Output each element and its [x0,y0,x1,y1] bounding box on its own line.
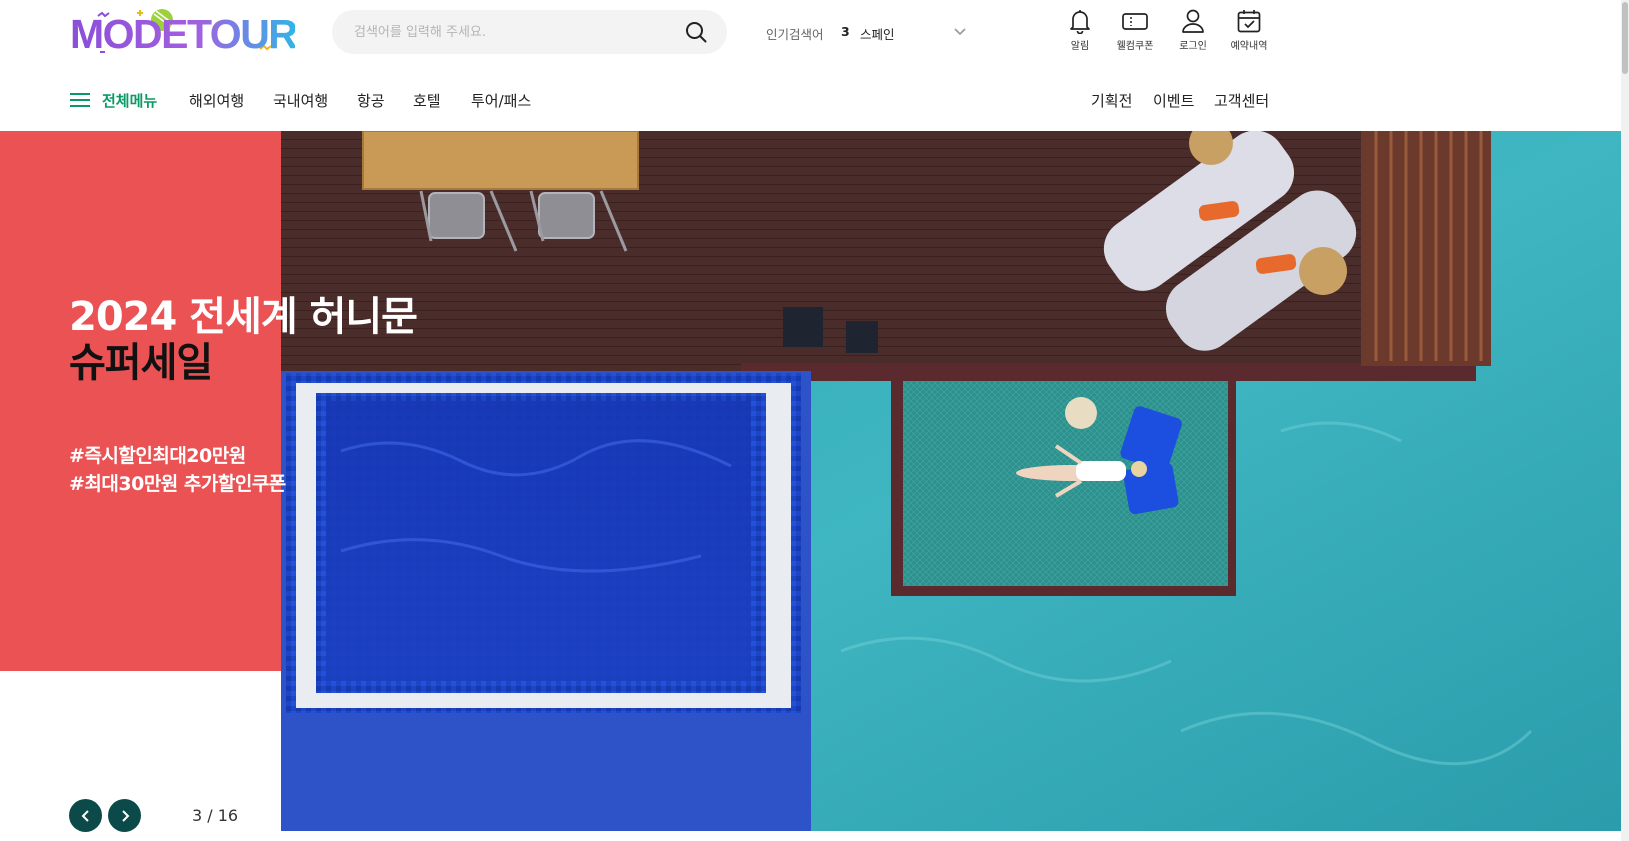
chevron-down-icon[interactable] [952,24,968,40]
nav-overseas-travel[interactable]: 해외여행 [189,90,244,111]
slide-counter: 3 / 16 [192,806,239,825]
login-button[interactable]: 로그인 [1163,8,1223,58]
reservations-button[interactable]: 예약내역 [1219,8,1279,58]
search-bar[interactable] [332,10,727,54]
popular-keywords-label: 인기검색어 [766,27,824,42]
reservations-label: 예약내역 [1230,41,1268,52]
welcome-coupon-label: 웰컴쿠폰 [1116,41,1154,52]
slide-prev-button[interactable] [69,799,102,832]
hero-tag-coupon: #최대30만원 추가할인쿠폰 [69,473,286,495]
hero-title: 2024 전세계 허니문 슈퍼세일 [69,294,418,386]
hero-banner-image[interactable] [281,131,1621,831]
nav-flights[interactable]: 항공 [357,90,385,111]
notification-label: 알림 [1070,41,1090,52]
nav-promotions[interactable]: 기획전 [1091,90,1132,111]
hero-color-panel [0,131,282,671]
bell-icon [1070,10,1090,34]
user-icon [1182,9,1204,33]
nav-customer-center[interactable]: 고객센터 [1214,90,1269,111]
search-input[interactable] [352,10,672,54]
scrollbar-thumb[interactable] [1622,2,1628,74]
all-menu-label: 전체메뉴 [102,91,158,110]
hero-tags: #즉시할인최대20만원 #최대30만원 추가할인쿠폰 [69,442,286,498]
hero-title-line2: 슈퍼세일 [69,340,213,386]
page-scrollbar[interactable] [1621,0,1629,841]
calendar-check-icon [1237,10,1261,33]
chevron-left-icon [81,809,89,822]
login-label: 로그인 [1179,41,1207,52]
search-icon[interactable] [685,21,707,43]
all-menu-button[interactable]: 전체메뉴 [70,89,157,111]
popular-keyword-term[interactable]: 스페인 [860,24,895,43]
modetour-logo[interactable]: MODETOUR [70,8,295,58]
welcome-coupon-button[interactable]: 웰컴쿠폰 [1105,8,1165,58]
nav-domestic-travel[interactable]: 국내여행 [273,90,328,111]
hamburger-icon [70,93,90,107]
logo-text: MODETOUR [70,11,295,57]
chevron-right-icon [121,809,129,822]
notification-button[interactable]: 알림 [1050,8,1110,58]
popular-keyword-rank: 3 [841,24,850,39]
hero-title-line1: 2024 전세계 허니문 [69,294,418,340]
nav-hotels[interactable]: 호텔 [413,90,441,111]
slide-next-button[interactable] [108,799,141,832]
hero-tag-discount: #즉시할인최대20만원 [69,445,246,467]
nav-events[interactable]: 이벤트 [1153,90,1194,111]
page: MODETOUR 인기검색어 3 스페인 알림 웰컴쿠폰 [0,0,1629,841]
coupon-icon [1122,13,1148,30]
nav-tours-passes[interactable]: 투어/패스 [471,90,531,111]
